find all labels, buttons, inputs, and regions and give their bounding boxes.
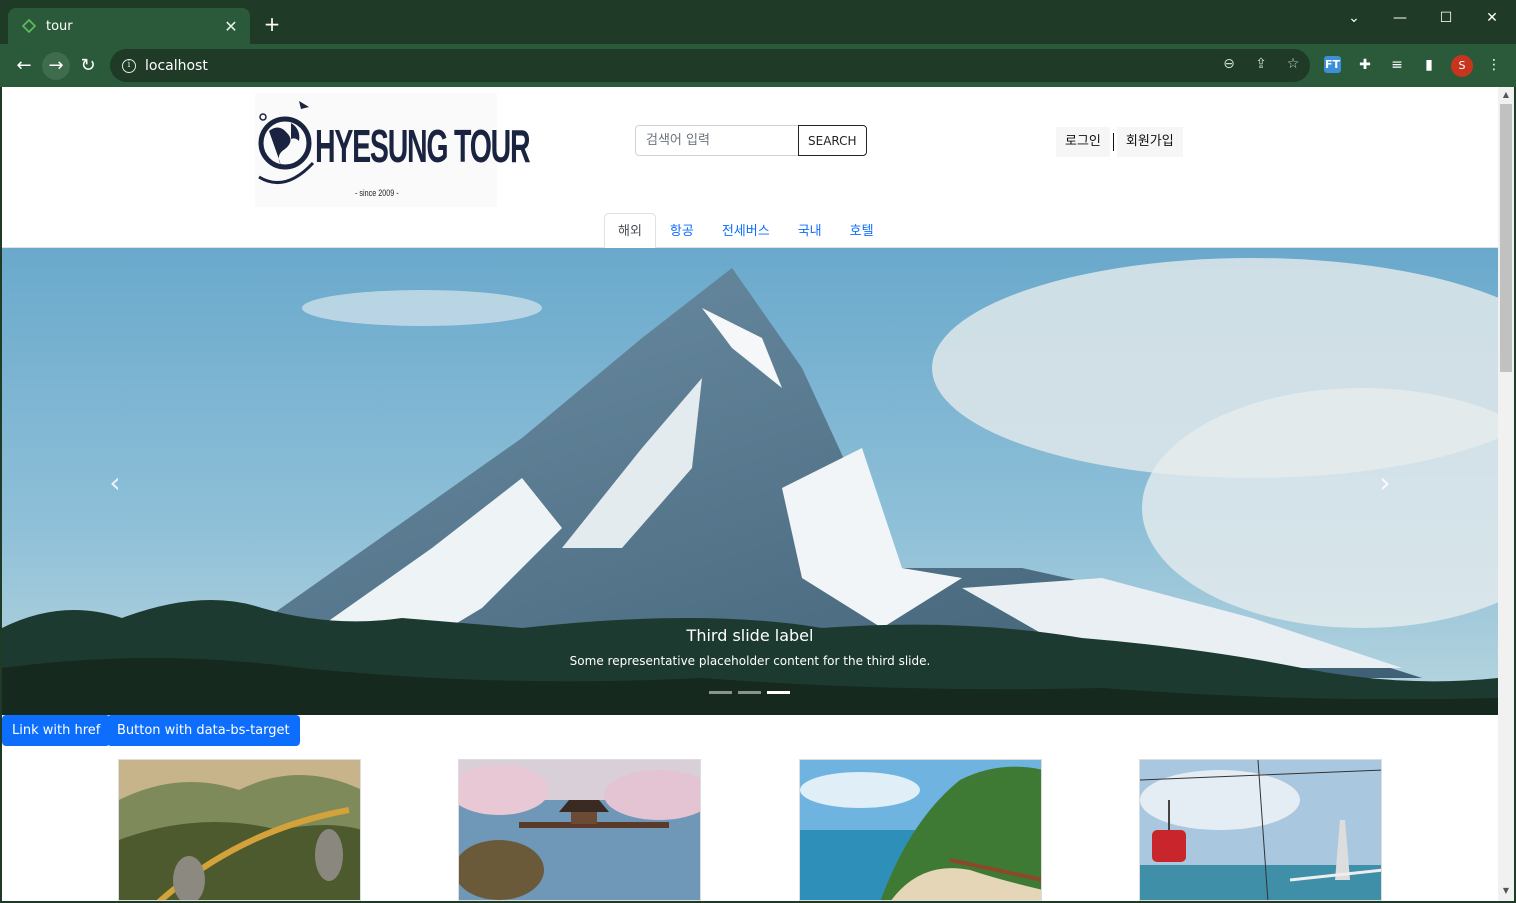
page: HYESUNG TOUR - since 2009 - SEARCH 로그인 회…: [2, 87, 1498, 901]
page-viewport: HYESUNG TOUR - since 2009 - SEARCH 로그인 회…: [2, 87, 1514, 901]
new-tab-button[interactable]: +: [260, 14, 284, 34]
destination-card-coast[interactable]: [799, 759, 1042, 901]
logo-text: HYESUNG TOUR: [315, 120, 531, 172]
zoom-icon[interactable]: ⊖: [1219, 54, 1239, 74]
browser-titlebar: tour ✕ + ⌄ — ☐ ✕: [0, 0, 1516, 44]
site-logo[interactable]: HYESUNG TOUR - since 2009 -: [255, 93, 531, 207]
category-nav: 해외 항공 전세버스 국내 호텔: [2, 213, 1498, 249]
auth-divider: [1112, 133, 1114, 151]
browser-tab[interactable]: tour ✕: [8, 8, 250, 44]
extension-ft-icon[interactable]: FT: [1324, 56, 1341, 73]
minimize-button[interactable]: —: [1380, 6, 1420, 30]
tab-flights[interactable]: 항공: [656, 213, 708, 248]
carousel-indicators: [709, 691, 790, 694]
search-input[interactable]: [635, 125, 798, 156]
carousel-indicator-active[interactable]: [767, 691, 790, 694]
reload-icon[interactable]: ↻: [74, 52, 102, 80]
card-image: [459, 760, 700, 900]
tab-search-icon[interactable]: ⌄: [1334, 6, 1374, 30]
card-image: [119, 760, 360, 900]
maximize-button[interactable]: ☐: [1426, 6, 1466, 30]
browser-toolbar: ← → ↻ i localhost ⊖ ⇪ ☆ FT ✚ ≡ ▮ S ⋮: [0, 44, 1516, 87]
site-info-icon[interactable]: i: [122, 58, 136, 73]
share-icon[interactable]: ⇪: [1251, 54, 1271, 74]
chevron-right-icon: ›: [1379, 466, 1391, 499]
hero-carousel: ‹ › Third slide label Some representativ…: [2, 248, 1498, 715]
page-scrollbar[interactable]: ▲ ▼: [1498, 87, 1514, 901]
search-form: SEARCH: [635, 125, 867, 156]
carousel-indicator[interactable]: [738, 691, 761, 694]
profile-avatar[interactable]: S: [1451, 55, 1473, 77]
data-bs-target-button[interactable]: Button with data-bs-target: [107, 715, 300, 746]
carousel-indicator[interactable]: [709, 691, 732, 694]
bookmark-star-icon[interactable]: ☆: [1283, 54, 1303, 74]
caption-text: Some representative placeholder content …: [569, 654, 931, 668]
signup-button[interactable]: 회원가입: [1116, 127, 1183, 157]
search-button[interactable]: SEARCH: [798, 125, 867, 156]
url-text: localhost: [145, 57, 208, 74]
close-window-button[interactable]: ✕: [1472, 6, 1512, 30]
back-icon[interactable]: ←: [10, 52, 38, 80]
auth-links: 로그인 회원가입: [1056, 127, 1183, 157]
browser-menu-icon[interactable]: ⋮: [1484, 55, 1504, 75]
logo-since: - since 2009 -: [355, 188, 399, 198]
tab-overseas[interactable]: 해외: [604, 213, 656, 249]
tab-title: tour: [46, 18, 73, 34]
tab-hotel[interactable]: 호텔: [836, 213, 888, 248]
address-bar[interactable]: i localhost: [110, 49, 1310, 82]
chevron-left-icon: ‹: [109, 466, 121, 499]
forward-icon[interactable]: →: [42, 52, 70, 80]
scroll-up-icon[interactable]: ▲: [1502, 90, 1510, 102]
tab-close-icon[interactable]: ✕: [222, 17, 240, 36]
tab-domestic[interactable]: 국내: [784, 213, 836, 248]
card-image: [800, 760, 1041, 900]
scroll-down-icon[interactable]: ▼: [1502, 886, 1510, 898]
side-panel-icon[interactable]: ▮: [1419, 55, 1439, 75]
scrollbar-thumb[interactable]: [1500, 104, 1512, 372]
carousel-prev-button[interactable]: ‹: [100, 468, 130, 498]
link-with-href-button[interactable]: Link with href: [2, 715, 111, 746]
caption-title: Third slide label: [686, 626, 814, 645]
media-queue-icon[interactable]: ≡: [1387, 55, 1407, 75]
extensions-puzzle-icon[interactable]: ✚: [1355, 55, 1375, 75]
card-image: [1140, 760, 1381, 900]
favicon-icon: [22, 19, 36, 33]
destination-card-golden-bridge[interactable]: [118, 759, 361, 901]
login-button[interactable]: 로그인: [1056, 127, 1110, 157]
destination-card-cable-car[interactable]: [1139, 759, 1382, 901]
destination-card-wooden-bridge[interactable]: [458, 759, 701, 901]
tab-charter-bus[interactable]: 전세버스: [708, 213, 784, 248]
carousel-next-button[interactable]: ›: [1370, 468, 1400, 498]
